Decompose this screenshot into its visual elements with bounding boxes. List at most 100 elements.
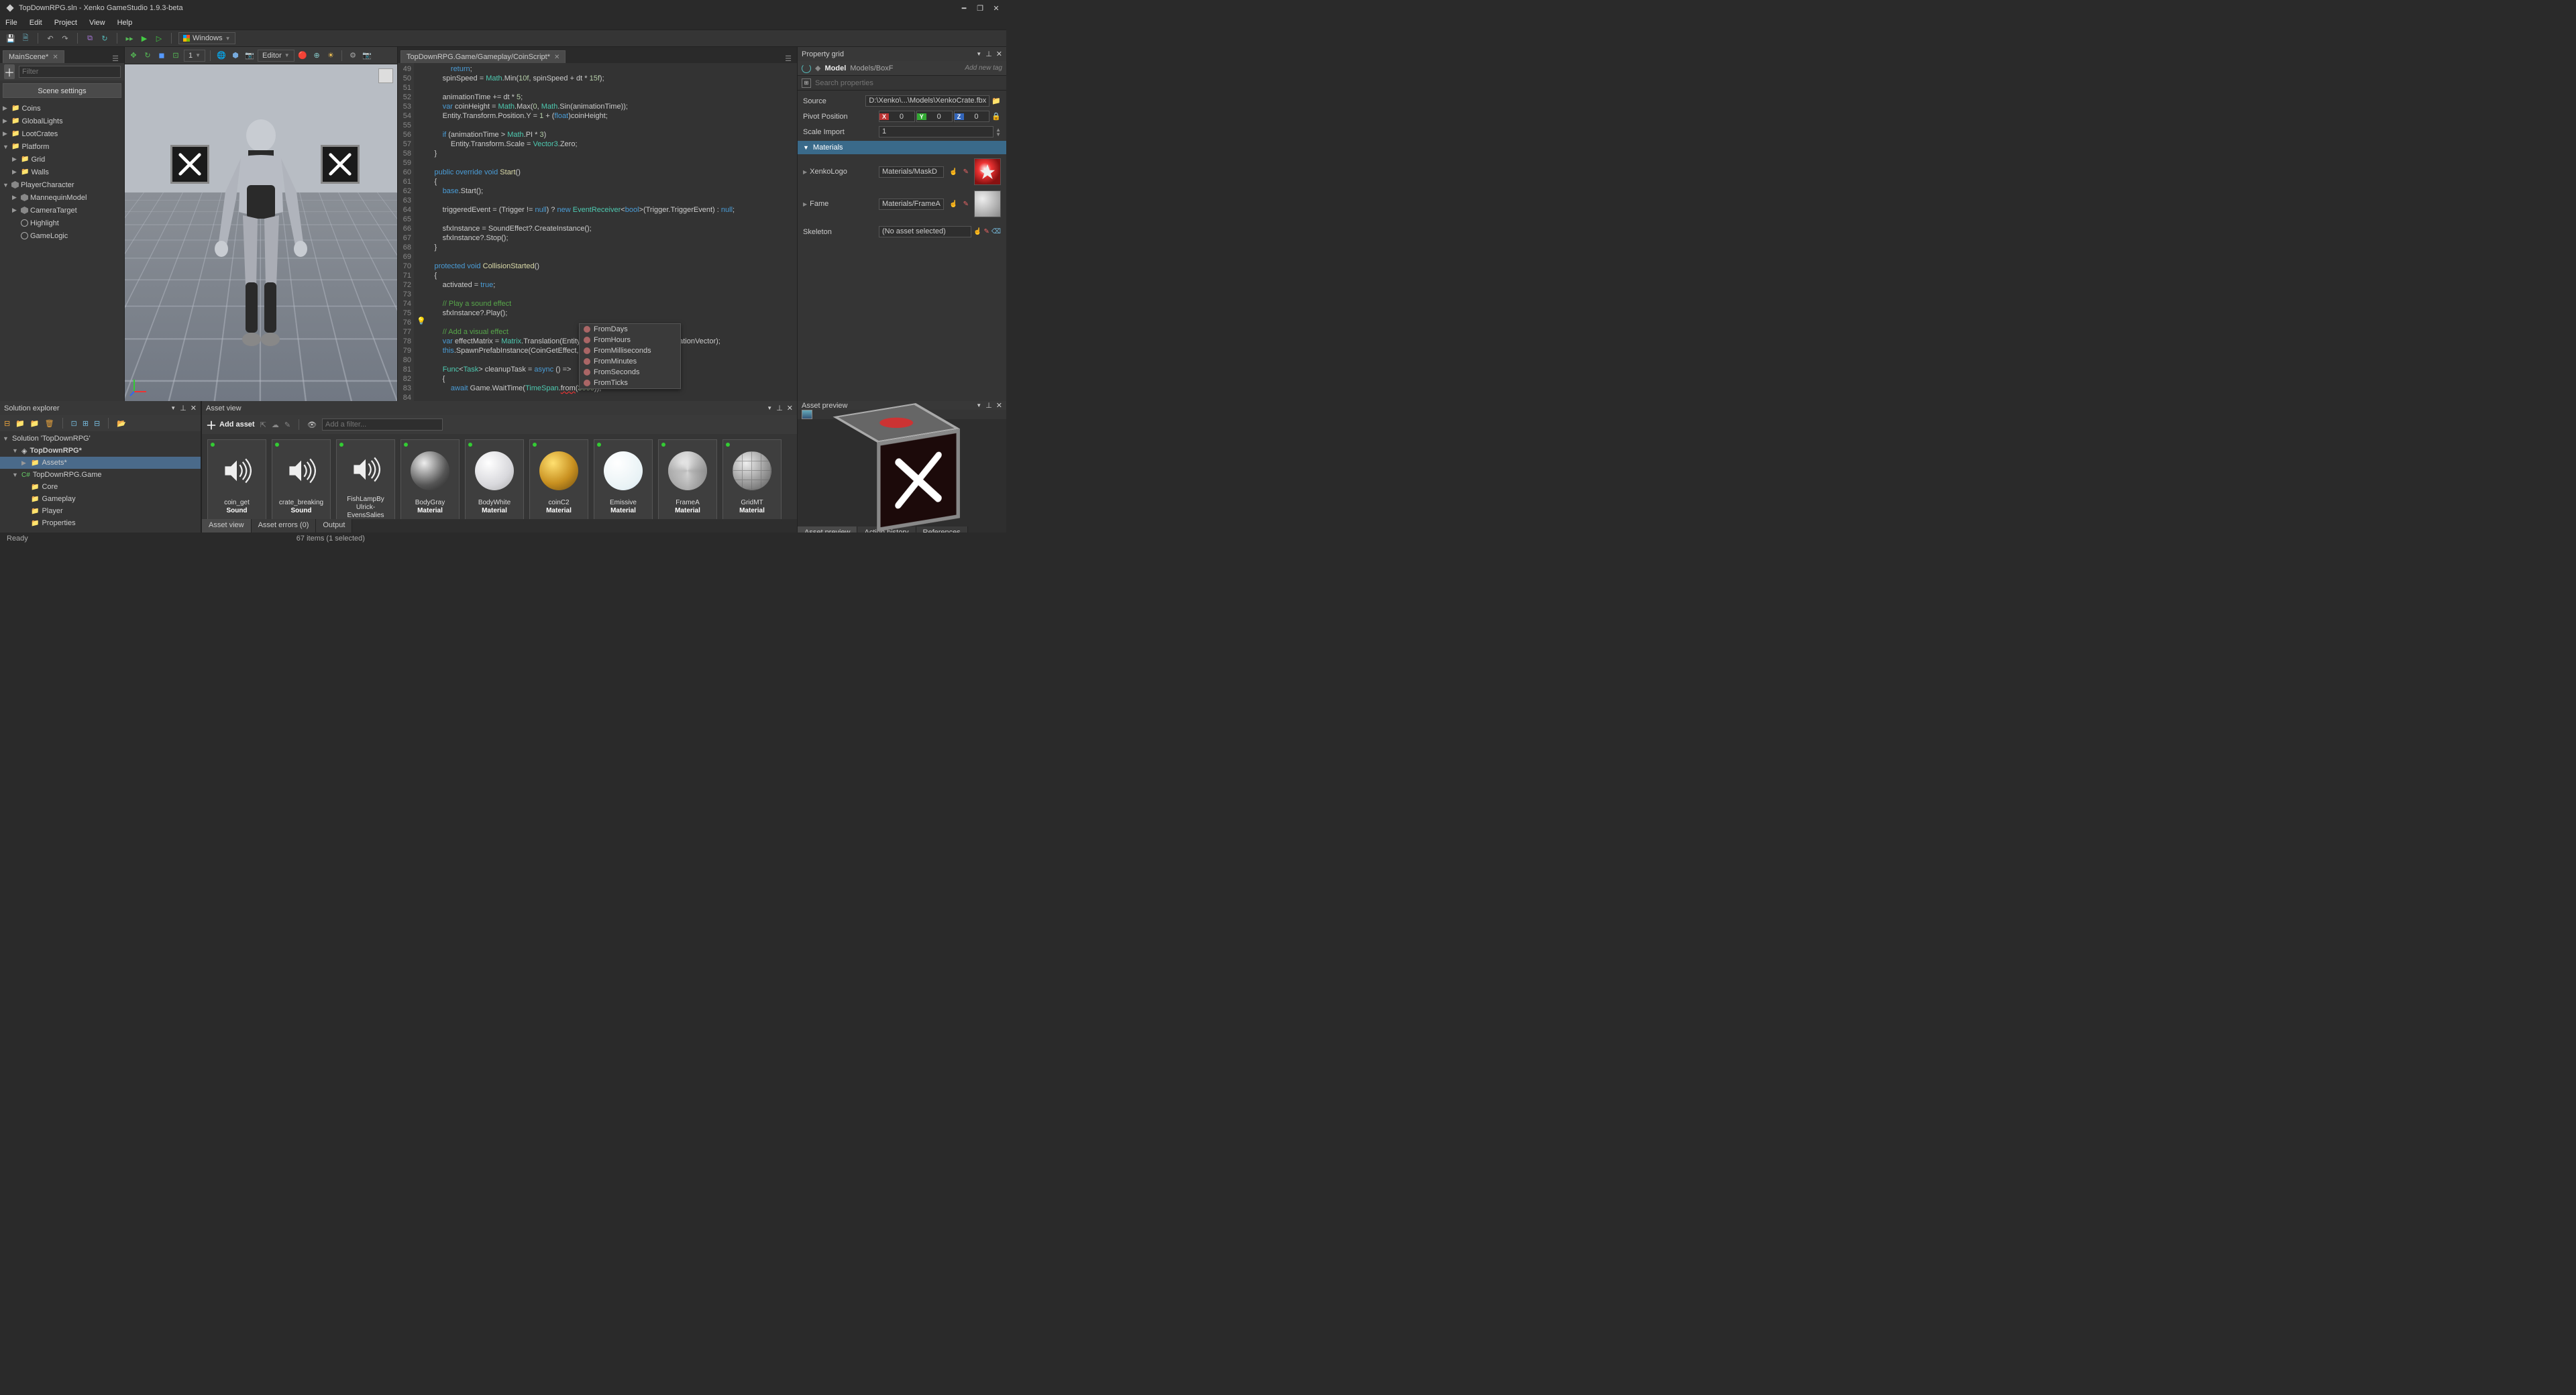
tree-item-lights[interactable]: ▶📁GlobalLights xyxy=(0,115,124,127)
preview-viewport[interactable] xyxy=(798,419,1006,526)
material-input[interactable]: Materials/FrameA xyxy=(879,199,944,210)
panel-menu-icon[interactable]: ☰ xyxy=(109,54,121,63)
close-tab-icon[interactable]: ✕ xyxy=(52,54,58,61)
mannequin-object[interactable] xyxy=(211,111,311,359)
add-asset-button[interactable]: ＋Add asset xyxy=(206,416,255,433)
asset-card[interactable]: coinC2Material xyxy=(529,439,588,519)
asset-card[interactable]: crate_breakingSound xyxy=(272,439,331,519)
dropdown-icon[interactable]: ▼ xyxy=(170,405,176,411)
close-icon[interactable]: ✕ xyxy=(996,50,1002,58)
sol-properties[interactable]: 📁Properties xyxy=(0,517,201,529)
world-icon[interactable]: 🌐 xyxy=(215,50,227,62)
gear-icon[interactable]: ⚙ xyxy=(347,50,359,62)
sol-assets[interactable]: ▶📁Assets* xyxy=(0,457,201,469)
tree-item-camera[interactable]: ▶CameraTarget xyxy=(0,204,124,217)
dropdown-icon[interactable]: ▼ xyxy=(976,51,981,57)
tree-item-loot[interactable]: ▶📁LootCrates xyxy=(0,127,124,140)
hand-icon[interactable]: ☝ xyxy=(949,168,957,176)
sol-core[interactable]: 📁Core xyxy=(0,481,201,493)
cube-icon[interactable]: ⬢ xyxy=(229,50,241,62)
edit-icon[interactable]: ✎ xyxy=(983,228,989,235)
new-folder-icon[interactable]: 📁 xyxy=(30,419,40,428)
tree-item-coins[interactable]: ▶📁Coins xyxy=(0,102,124,115)
dropdown-icon[interactable]: ▼ xyxy=(767,405,772,411)
property-search-input[interactable] xyxy=(815,79,1002,87)
materials-section[interactable]: ▼Materials xyxy=(798,141,1006,154)
sol-player[interactable]: 📁Player xyxy=(0,505,201,517)
snap-icon[interactable]: ⊡ xyxy=(170,50,182,62)
intel-item[interactable]: FromHours xyxy=(580,335,680,345)
tab-asset-errors[interactable]: Asset errors (0) xyxy=(252,519,317,533)
tree-item-gamelogic[interactable]: GameLogic xyxy=(0,229,124,242)
tree-item-player[interactable]: ▼PlayerCharacter xyxy=(0,178,124,191)
lightbulb-icon[interactable]: 💡 xyxy=(417,317,426,325)
scene-tab[interactable]: MainScene*✕ xyxy=(3,50,64,63)
tree-item-grid[interactable]: ▶📁Grid xyxy=(0,153,124,166)
live-play-icon[interactable]: ▸▸ xyxy=(124,33,135,44)
sol-project[interactable]: ▼◈TopDownRPG* xyxy=(0,445,201,457)
crate-object[interactable] xyxy=(321,145,360,184)
skeleton-input[interactable]: (No asset selected) xyxy=(879,226,971,237)
play-alt-icon[interactable]: ▷ xyxy=(154,33,164,44)
pin-icon[interactable]: ⊥ xyxy=(180,404,186,412)
scale-input[interactable]: 1 xyxy=(879,126,994,137)
graph-icon[interactable]: ⊡ xyxy=(71,419,77,428)
lock-icon[interactable]: 🔒 xyxy=(991,112,1001,121)
collapse-icon[interactable]: ⊟ xyxy=(4,419,10,428)
menu-file[interactable]: File xyxy=(5,19,17,27)
asset-card[interactable]: GridMTMaterial xyxy=(722,439,782,519)
edit-icon[interactable]: ✎ xyxy=(963,168,969,176)
platform-selector[interactable]: Windows ▼ xyxy=(178,32,235,44)
graph3-icon[interactable]: ⊟ xyxy=(94,419,100,428)
preview-mode-icon[interactable] xyxy=(802,410,812,419)
undo-icon[interactable]: ↶ xyxy=(45,33,56,44)
pin-icon[interactable]: ⊥ xyxy=(985,50,992,58)
close-icon[interactable]: ✕ xyxy=(191,404,197,412)
add-tag-button[interactable]: Add new tag xyxy=(965,64,1002,72)
intel-item[interactable]: FromMinutes xyxy=(580,356,680,367)
hand-icon[interactable]: ☝ xyxy=(973,228,981,235)
material-preview[interactable] xyxy=(974,158,1001,185)
intel-item[interactable]: FromSeconds xyxy=(580,367,680,378)
code-tab[interactable]: TopDownRPG.Game/Gameplay/CoinScript*✕ xyxy=(400,50,566,63)
restore-button[interactable]: ❐ xyxy=(975,3,985,13)
add-entity-button[interactable]: ＋ xyxy=(4,64,15,79)
panel-menu-icon[interactable]: ☰ xyxy=(782,54,794,63)
clear-icon[interactable]: ⌫ xyxy=(991,228,1001,235)
translate-gizmo-icon[interactable]: ✥ xyxy=(127,50,140,62)
source-input[interactable]: D:\Xenko\...\Models\XenkoCrate.fbx xyxy=(865,95,989,107)
import-icon[interactable]: ⇱ xyxy=(260,421,266,429)
menu-help[interactable]: Help xyxy=(117,19,133,27)
pivot-y-input[interactable]: Y0 xyxy=(916,111,953,122)
save-icon[interactable]: 💾 xyxy=(5,33,16,44)
pivot-x-input[interactable]: X0 xyxy=(879,111,915,122)
tree-item-mannequin[interactable]: ▶MannequinModel xyxy=(0,191,124,204)
close-button[interactable]: ✕ xyxy=(991,3,1001,13)
delete-icon[interactable]: 🗑 xyxy=(45,419,54,428)
asset-card[interactable]: FishLampBy Ulrick-EvensSaliesSound xyxy=(336,439,395,519)
sol-game-project[interactable]: ▼C#TopDownRPG.Game xyxy=(0,469,201,481)
tab-asset-view[interactable]: Asset view xyxy=(202,519,252,533)
pivot-z-input[interactable]: Z0 xyxy=(954,111,990,122)
graph2-icon[interactable]: ⊞ xyxy=(83,419,89,428)
edit-icon[interactable]: ✎ xyxy=(963,201,969,208)
code-editor[interactable]: 49 50 51 52 53 54 55 56 57 58 59 60 61 6… xyxy=(398,63,797,401)
menu-view[interactable]: View xyxy=(89,19,105,27)
close-icon[interactable]: ✕ xyxy=(996,401,1002,410)
viewcube-icon[interactable] xyxy=(378,68,393,83)
browse-icon[interactable]: 📁 xyxy=(991,97,1001,105)
tree-item-highlight[interactable]: Highlight xyxy=(0,217,124,229)
edit-icon[interactable]: ✎ xyxy=(284,421,290,429)
folder-icon[interactable]: 📁 xyxy=(15,419,25,428)
redo-icon[interactable]: ↷ xyxy=(60,33,70,44)
asset-filter-input[interactable] xyxy=(322,418,443,431)
eye-icon[interactable]: 👁 xyxy=(307,421,317,429)
scene-filter-input[interactable] xyxy=(19,66,121,78)
material-preview[interactable] xyxy=(974,190,1001,217)
scale-gizmo-icon[interactable]: ◼ xyxy=(156,50,168,62)
intellisense-popup[interactable]: FromDays FromHours FromMilliseconds From… xyxy=(579,323,681,389)
asset-card[interactable]: EmissiveMaterial xyxy=(594,439,653,519)
pin-icon[interactable]: ⊥ xyxy=(776,404,783,412)
camera-icon[interactable]: 📷 xyxy=(244,50,256,62)
hand-icon[interactable]: ☝ xyxy=(949,201,957,208)
